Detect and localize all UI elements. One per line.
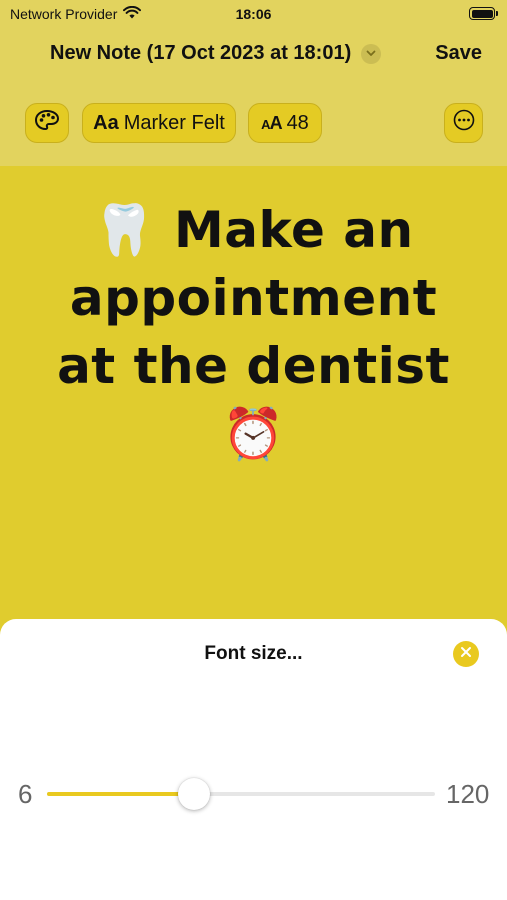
font-size-value: 48 bbox=[286, 111, 309, 134]
chevron-down-icon[interactable] bbox=[361, 43, 382, 64]
save-button[interactable]: Save bbox=[435, 42, 482, 65]
battery-icon bbox=[469, 7, 498, 20]
slider-thumb[interactable] bbox=[178, 778, 211, 810]
format-toolbar: Aa Marker Felt AA 48 bbox=[0, 103, 507, 143]
status-time: 18:06 bbox=[235, 6, 272, 22]
font-glyph: Aa bbox=[93, 111, 119, 134]
font-size-glyph: AA bbox=[261, 112, 282, 133]
sheet-title: Font size... bbox=[204, 643, 303, 664]
top-toolbar-area: Network Provider 18:06 New Note (17 Oct … bbox=[0, 0, 507, 166]
font-size-button[interactable]: AA 48 bbox=[248, 103, 322, 143]
note-title: New Note (17 Oct 2023 at 18:01) bbox=[50, 42, 352, 64]
note-text[interactable]: 🦷 Make an appointment at the dentist ⏰ bbox=[40, 196, 467, 468]
slider-max-label: 120 bbox=[446, 779, 490, 809]
slider-min-label: 6 bbox=[18, 779, 33, 809]
note-title-menu[interactable]: New Note (17 Oct 2023 at 18:01) bbox=[50, 42, 382, 65]
status-bar: Network Provider 18:06 bbox=[0, 0, 507, 30]
close-icon bbox=[460, 645, 472, 663]
font-size-slider[interactable] bbox=[47, 778, 435, 810]
font-size-sheet: Font size... 6 120 bbox=[0, 619, 507, 900]
slider-fill bbox=[47, 792, 195, 796]
navigation-bar: New Note (17 Oct 2023 at 18:01) Save bbox=[0, 36, 507, 70]
color-palette-button[interactable] bbox=[25, 103, 69, 143]
palette-icon bbox=[34, 109, 60, 137]
more-options-button[interactable] bbox=[444, 103, 483, 143]
battery-level bbox=[471, 9, 493, 18]
font-family-button[interactable]: Aa Marker Felt bbox=[82, 103, 236, 143]
close-button[interactable] bbox=[453, 641, 479, 667]
font-name: Marker Felt bbox=[123, 111, 225, 134]
ellipsis-circle-icon bbox=[453, 109, 475, 137]
